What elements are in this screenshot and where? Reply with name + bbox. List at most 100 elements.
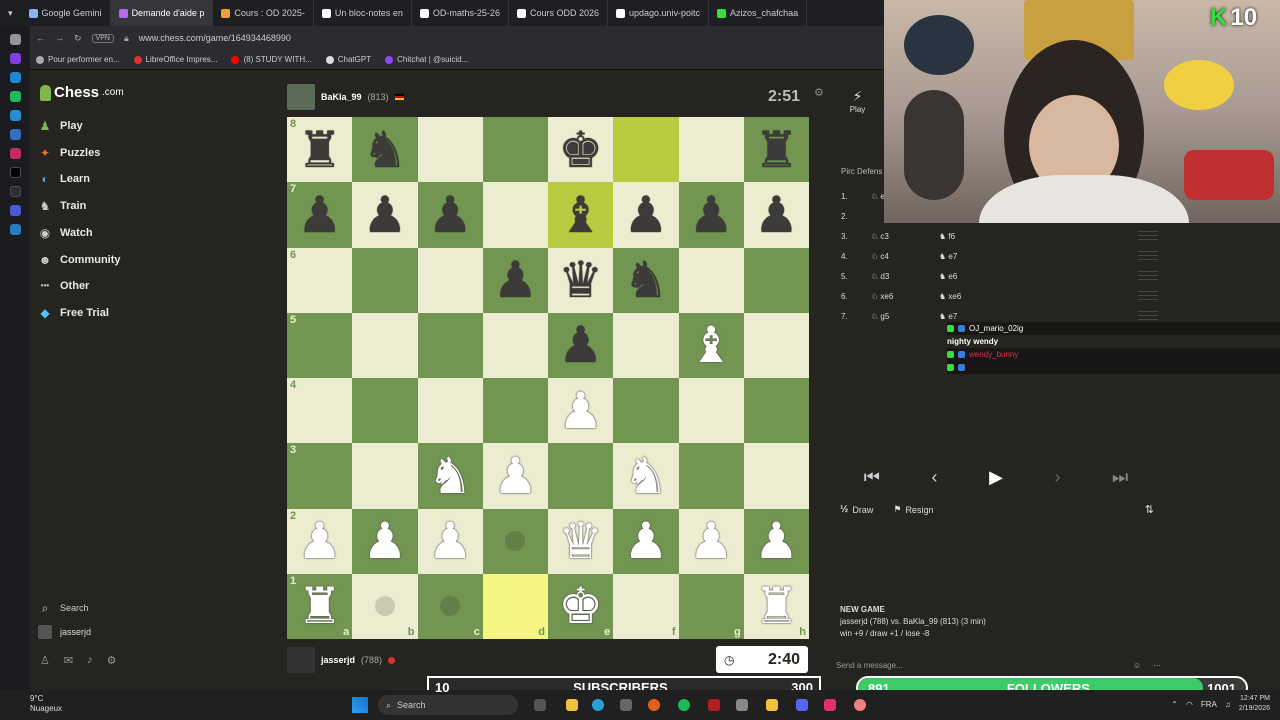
square-d1[interactable]: d: [482, 573, 548, 639]
square-c5[interactable]: [417, 312, 483, 378]
whatsapp-icon[interactable]: [9, 91, 21, 102]
square-e5[interactable]: ♟: [548, 312, 614, 378]
spotify-icon[interactable]: [678, 699, 690, 711]
folder-icon[interactable]: [566, 699, 578, 711]
square-a5[interactable]: 5: [287, 312, 353, 378]
black-pawn-piece[interactable]: ♟: [362, 190, 407, 240]
twitch-icon[interactable]: [9, 53, 21, 64]
square-b8[interactable]: ♞: [352, 117, 418, 183]
white-pawn-piece[interactable]: ♟: [623, 516, 668, 566]
flip-board-icon[interactable]: ⇅: [1145, 503, 1154, 516]
white-move[interactable]: ♘ xe6: [871, 292, 939, 301]
sidebar-item-puzzles[interactable]: ✦ Puzzles: [38, 143, 100, 163]
square-c8[interactable]: [417, 117, 483, 183]
square-d6[interactable]: ♟: [482, 247, 548, 313]
sidebar-item-watch[interactable]: ◉ Watch: [38, 223, 93, 243]
black-knight-piece[interactable]: ♞: [623, 255, 668, 305]
obs-icon[interactable]: [708, 699, 720, 711]
weather-widget[interactable]: 9°C Nuageux: [30, 694, 62, 714]
square-a7[interactable]: 7 ♟: [287, 182, 353, 248]
black-king-piece[interactable]: ♚: [558, 125, 603, 175]
white-move[interactable]: ♘ c4: [871, 252, 939, 261]
square-h3[interactable]: [743, 443, 809, 509]
move-hint-dot[interactable]: [440, 596, 461, 617]
app-icon-blue[interactable]: [9, 224, 21, 235]
black-move[interactable]: ♞ f6: [939, 232, 999, 241]
square-c6[interactable]: [417, 247, 483, 313]
square-e6[interactable]: ♛: [548, 247, 614, 313]
white-pawn-piece[interactable]: ♟: [558, 386, 603, 436]
chat-input[interactable]: Send a message... ☺ ⋯: [836, 658, 1161, 672]
square-f4[interactable]: [613, 378, 679, 444]
white-king-piece[interactable]: ♚: [558, 581, 603, 631]
volume-icon[interactable]: ♫: [1225, 700, 1231, 709]
firefox-icon[interactable]: [648, 699, 660, 711]
square-b6[interactable]: [352, 247, 418, 313]
square-c1[interactable]: c: [417, 573, 483, 639]
bookmark-item[interactable]: ChatGPT: [325, 55, 371, 64]
sidebar-item-play[interactable]: ♟ Play: [38, 116, 83, 136]
black-pawn-piece[interactable]: ♟: [428, 190, 473, 240]
square-g8[interactable]: [678, 117, 744, 183]
square-e4[interactable]: ♟: [548, 378, 614, 444]
square-a8[interactable]: 8 ♜: [287, 117, 353, 183]
vpn-badge[interactable]: VPN: [91, 33, 114, 43]
prev-move-icon[interactable]: ‹: [932, 467, 938, 488]
sidebar-item-other[interactable]: ••• Other: [38, 276, 90, 296]
lang-indicator[interactable]: FRA: [1201, 700, 1217, 709]
black-move[interactable]: ♞ e7: [939, 252, 999, 261]
browser-tab[interactable]: Google Gemini: [21, 0, 111, 26]
browser-tab[interactable]: Un bloc-notes en: [314, 0, 412, 26]
square-c2[interactable]: ♟: [417, 508, 483, 574]
square-h8[interactable]: ♜: [743, 117, 809, 183]
square-e1[interactable]: e ♚: [548, 573, 614, 639]
forward-icon[interactable]: →: [55, 33, 64, 43]
url-field[interactable]: www.chess.com/game/164934468990: [139, 33, 291, 43]
x-icon[interactable]: [9, 186, 21, 197]
sidebar-item-free-trial[interactable]: ◆ Free Trial: [38, 303, 109, 323]
square-b1[interactable]: b: [352, 573, 418, 639]
opponent-avatar[interactable]: [287, 84, 315, 110]
square-h4[interactable]: [743, 378, 809, 444]
white-queen-piece[interactable]: ♛: [558, 516, 603, 566]
friends-icon[interactable]: ♙: [40, 654, 50, 667]
more-icon[interactable]: ⋯: [1153, 661, 1161, 670]
white-bishop-piece[interactable]: ♝: [689, 320, 734, 370]
square-a4[interactable]: 4: [287, 378, 353, 444]
square-f3[interactable]: ♞: [613, 443, 679, 509]
white-knight-piece[interactable]: ♞: [623, 451, 668, 501]
square-e2[interactable]: ♛: [548, 508, 614, 574]
square-d8[interactable]: [482, 117, 548, 183]
white-pawn-piece[interactable]: ♟: [297, 516, 342, 566]
sidebar-search[interactable]: ⌕ Search: [38, 598, 89, 618]
settings-gear-icon[interactable]: ⚙: [814, 86, 824, 99]
discord-icon[interactable]: [796, 699, 808, 711]
white-rook-piece[interactable]: ♜: [297, 581, 342, 631]
square-b4[interactable]: [352, 378, 418, 444]
square-d3[interactable]: ♟: [482, 443, 548, 509]
white-pawn-piece[interactable]: ♟: [689, 516, 734, 566]
chess-board[interactable]: 8 ♜ ♞ ♚ ♜ 7 ♟ ♟ ♟ ♝ ♟ ♟ ♟ 6 ♟ ♛ ♞ 5 ♟ ♝ 4 ♟ 3 ♞ ♟ ♞ 2 ♟ ♟ ♟ ♛ ♟ ♟ ♟ 1 a ♜ b c d…: [287, 117, 809, 639]
browser-tab[interactable]: Cours ODD 2026: [509, 0, 608, 26]
square-c4[interactable]: [417, 378, 483, 444]
instagram-icon[interactable]: [824, 699, 836, 711]
square-d5[interactable]: [482, 312, 548, 378]
square-f1[interactable]: f: [613, 573, 679, 639]
sidebar-item-community[interactable]: ☻ Community: [38, 250, 121, 270]
browser-tab[interactable]: Demande d'aide p: [110, 0, 214, 26]
square-b2[interactable]: ♟: [352, 508, 418, 574]
browser-tab[interactable]: Cours : OD 2025-: [213, 0, 314, 26]
black-pawn-piece[interactable]: ♟: [689, 190, 734, 240]
square-b5[interactable]: [352, 312, 418, 378]
messenger-icon[interactable]: [9, 72, 21, 83]
square-d7[interactable]: [482, 182, 548, 248]
square-g4[interactable]: [678, 378, 744, 444]
square-e7[interactable]: ♝: [548, 182, 614, 248]
forward-move-icon[interactable]: ›: [1054, 467, 1060, 488]
square-h7[interactable]: ♟: [743, 182, 809, 248]
explorer-icon[interactable]: [766, 699, 778, 711]
white-move[interactable]: ♘ g5: [871, 312, 939, 321]
app-icon[interactable]: [854, 699, 866, 711]
black-queen-piece[interactable]: ♛: [558, 255, 603, 305]
square-a3[interactable]: 3: [287, 443, 353, 509]
